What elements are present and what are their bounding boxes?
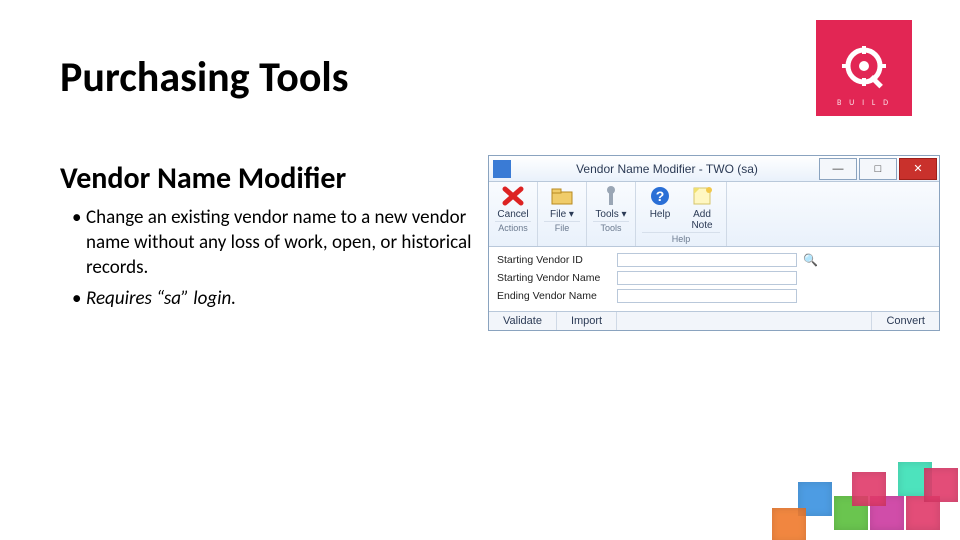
cancel-icon (499, 184, 527, 208)
close-button[interactable]: ✕ (899, 158, 937, 180)
brand-logo: B U I L D (816, 20, 912, 116)
cancel-button[interactable]: Cancel (495, 184, 531, 220)
bullet-dot: • (72, 205, 86, 280)
field-label: Starting Vendor ID (497, 254, 617, 266)
note-icon (688, 184, 716, 208)
bullet-text: Requires “sa” login. (86, 286, 472, 311)
ribbon-label: Help (650, 209, 671, 220)
text-input[interactable] (617, 253, 797, 267)
folder-icon (548, 184, 576, 208)
import-button[interactable]: Import (557, 312, 617, 330)
text-input[interactable] (617, 271, 797, 285)
action-bar: Validate Import Convert (489, 311, 939, 330)
text-input[interactable] (617, 289, 797, 303)
ribbon-label: File ▾ (550, 209, 574, 220)
help-icon: ? (646, 184, 674, 208)
maximize-button[interactable]: □ (859, 158, 897, 180)
file--button[interactable]: File ▾ (544, 184, 580, 220)
field-label: Starting Vendor Name (497, 272, 617, 284)
ribbon-label: Cancel (497, 209, 528, 220)
ribbon-label: Add Note (684, 209, 720, 231)
ribbon: CancelActions File ▾File Tools ▾Tools? Help… (489, 182, 939, 247)
form-row: Starting Vendor Name (497, 269, 931, 287)
minimize-button[interactable]: — (819, 158, 857, 180)
convert-button[interactable]: Convert (871, 312, 939, 330)
deco-square (772, 508, 806, 540)
brand-word: B U I L D (837, 98, 891, 108)
svg-text:?: ? (656, 188, 665, 204)
validate-button[interactable]: Validate (489, 312, 557, 330)
window-titlebar: Vendor Name Modifier - TWO (sa) — □ ✕ (489, 156, 939, 182)
ribbon-group-caption: File (544, 221, 580, 233)
form-row: Ending Vendor Name (497, 287, 931, 305)
slide-title: Purchasing Tools (60, 52, 348, 103)
tools--button[interactable]: Tools ▾ (593, 184, 629, 220)
bullet-list: •Change an existing vendor name to a new… (72, 205, 472, 317)
slide-subtitle: Vendor Name Modifier (60, 160, 346, 197)
deco-square (852, 472, 886, 506)
ribbon-group-caption: Actions (495, 221, 531, 233)
add-note-button[interactable]: Add Note (684, 184, 720, 231)
field-label: Ending Vendor Name (497, 290, 617, 302)
app-window: Vendor Name Modifier - TWO (sa) — □ ✕ Ca… (488, 155, 940, 331)
form-row: Starting Vendor ID 🔍 (497, 251, 931, 269)
ribbon-group-caption: Tools (593, 221, 629, 233)
window-title: Vendor Name Modifier - TWO (sa) (515, 162, 819, 176)
lookup-icon[interactable]: 🔍 (803, 253, 818, 267)
app-icon (493, 160, 511, 178)
bullet-text: Change an existing vendor name to a new … (86, 205, 472, 280)
decorative-squares (700, 420, 960, 540)
help-button[interactable]: ? Help (642, 184, 678, 220)
deco-square (924, 468, 958, 502)
ribbon-group-caption: Help (642, 232, 720, 244)
form-area: Starting Vendor ID 🔍 Starting Vendor Name E… (489, 247, 939, 307)
ribbon-label: Tools ▾ (595, 209, 626, 220)
bullet-dot: • (72, 286, 86, 311)
wrench-icon (597, 184, 625, 208)
